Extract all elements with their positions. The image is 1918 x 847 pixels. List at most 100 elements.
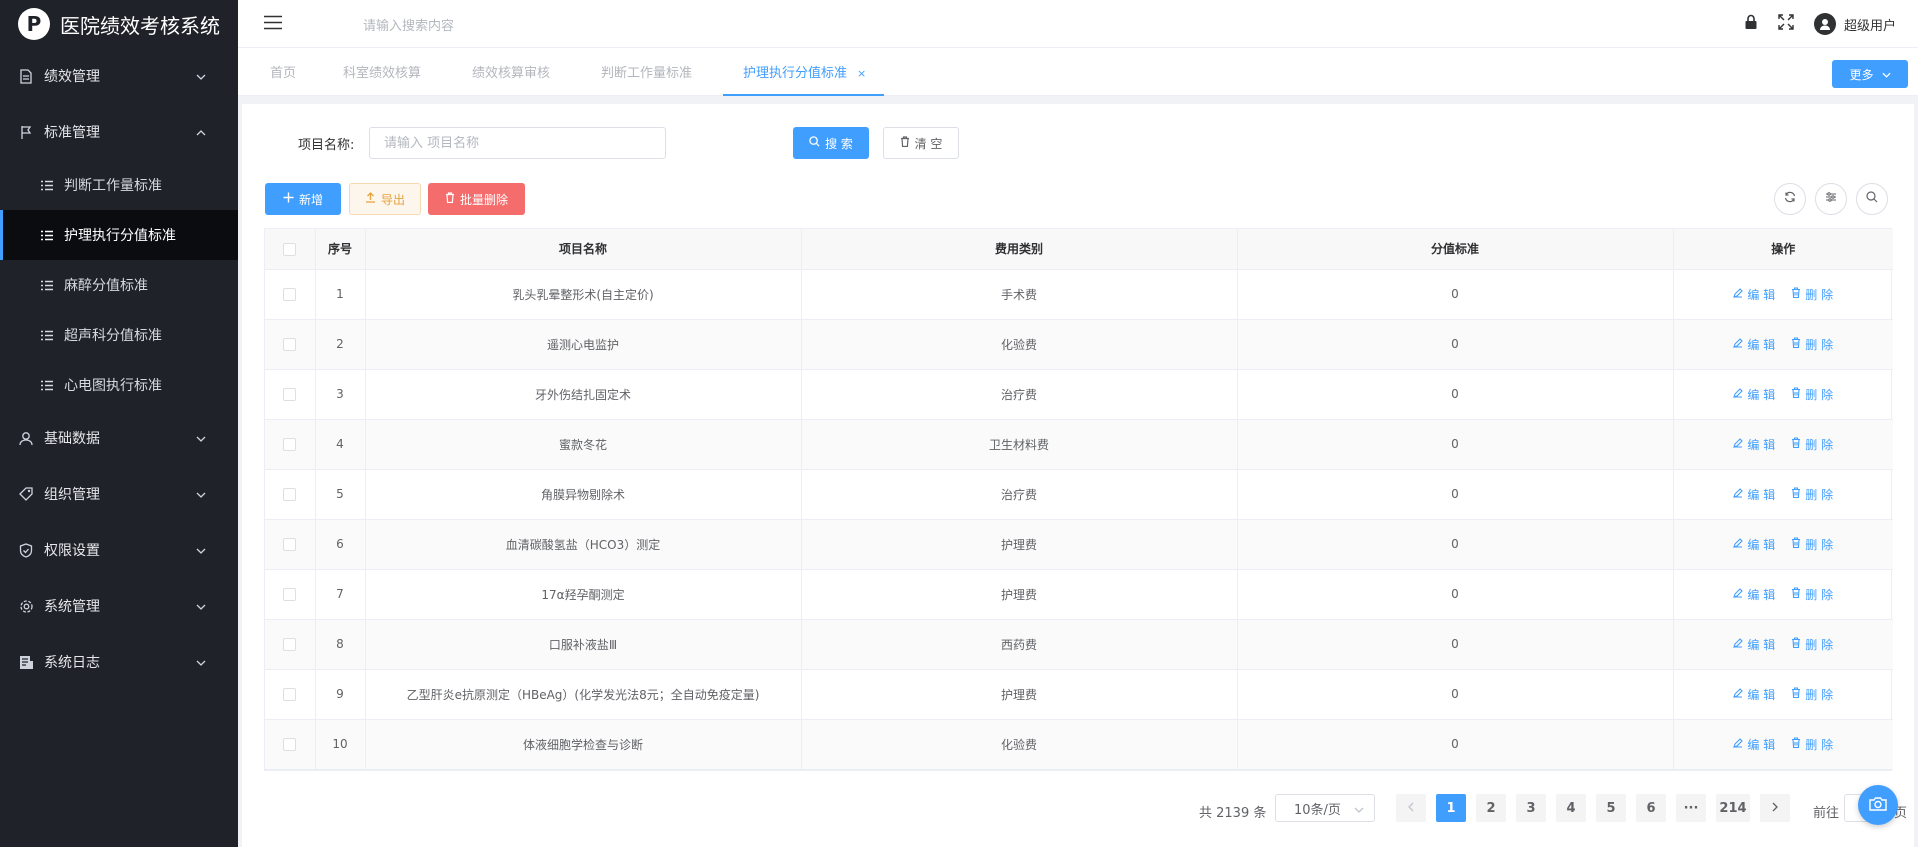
delete-button[interactable]: 删 除	[1791, 636, 1833, 653]
row-checkbox[interactable]	[283, 338, 297, 351]
lock-icon[interactable]	[1744, 14, 1758, 34]
sidebar-menu-standards[interactable]: 标准管理	[0, 104, 238, 160]
tab-dept-performance[interactable]: 科室绩效核算	[343, 62, 421, 81]
edit-button[interactable]: 编 辑	[1733, 686, 1775, 703]
edit-button[interactable]: 编 辑	[1733, 436, 1775, 453]
row-checkbox[interactable]	[283, 588, 297, 601]
username[interactable]: 超级用户	[1844, 15, 1896, 34]
page-button[interactable]: 214	[1716, 794, 1750, 822]
row-checkbox[interactable]	[283, 288, 297, 301]
sidebar-menu-organization[interactable]: 组织管理	[0, 466, 238, 522]
sidebar-item-nursing-score-standard[interactable]: 护理执行分值标准	[0, 210, 238, 260]
list-icon	[40, 180, 54, 191]
prev-page-button[interactable]	[1396, 794, 1426, 822]
sidebar-menu-basic-data[interactable]: 基础数据	[0, 410, 238, 466]
delete-label: 删 除	[1805, 637, 1834, 652]
table-row: 2 遥测心电监护 化验费 0 编 辑 删 除	[265, 319, 1893, 370]
edit-button[interactable]: 编 辑	[1733, 386, 1775, 403]
delete-button[interactable]: 删 除	[1791, 486, 1833, 503]
header-actions: 超级用户	[1744, 0, 1896, 48]
select-all-cell	[265, 229, 316, 270]
row-select-cell	[265, 569, 316, 620]
edit-button[interactable]: 编 辑	[1733, 586, 1775, 603]
delete-button[interactable]: 删 除	[1791, 586, 1833, 603]
tab-home[interactable]: 首页	[270, 62, 296, 81]
sidebar-item-workload-standard[interactable]: 判断工作量标准	[0, 160, 238, 210]
page-button[interactable]: 2	[1476, 794, 1506, 822]
page-button[interactable]: 6	[1636, 794, 1666, 822]
trash-icon	[1791, 487, 1801, 501]
sidebar-item-ultrasound-standard[interactable]: 超声科分值标准	[0, 310, 238, 360]
page-button[interactable]: 5	[1596, 794, 1626, 822]
row-select-cell	[265, 269, 316, 320]
column-settings-button[interactable]	[1815, 183, 1847, 215]
edit-label: 编 辑	[1747, 687, 1776, 702]
data-table: 序号 项目名称 费用类别 分值标准 操作 1 乳头乳晕整形术(自主定价) 手术费 0 编…	[264, 228, 1893, 771]
row-checkbox[interactable]	[283, 688, 297, 701]
cell-ops: 编 辑删 除	[1673, 519, 1893, 570]
header-index: 序号	[315, 229, 366, 270]
chevron-down-icon	[196, 486, 206, 502]
row-checkbox[interactable]	[283, 638, 297, 651]
page-size-select[interactable]: 10条/页	[1275, 794, 1375, 822]
tab-workload-standard[interactable]: 判断工作量标准	[601, 62, 692, 81]
trash-icon	[1791, 287, 1801, 301]
export-button[interactable]: 导出	[349, 183, 421, 215]
edit-button[interactable]: 编 辑	[1733, 636, 1775, 653]
hamburger-icon[interactable]	[264, 15, 282, 34]
tab-nursing-score-standard[interactable]: 护理执行分值标准 ×	[722, 62, 885, 96]
edit-icon	[1733, 687, 1744, 701]
sidebar-item-label: 超声科分值标准	[64, 328, 162, 344]
row-checkbox[interactable]	[283, 738, 297, 751]
delete-button[interactable]: 删 除	[1791, 336, 1833, 353]
page-button[interactable]: 4	[1556, 794, 1586, 822]
delete-button[interactable]: 删 除	[1791, 436, 1833, 453]
edit-label: 编 辑	[1747, 537, 1776, 552]
delete-label: 删 除	[1805, 487, 1834, 502]
row-checkbox[interactable]	[283, 438, 297, 451]
search-button[interactable]: 搜 索	[793, 127, 869, 159]
refresh-button[interactable]	[1774, 183, 1806, 215]
cell-score: 0	[1237, 419, 1674, 470]
edit-icon	[1733, 637, 1744, 651]
edit-button[interactable]: 编 辑	[1733, 736, 1775, 753]
avatar[interactable]	[1813, 13, 1836, 35]
edit-button[interactable]: 编 辑	[1733, 286, 1775, 303]
sidebar-item-ecg-standard[interactable]: 心电图执行标准	[0, 360, 238, 410]
clear-button[interactable]: 清 空	[883, 127, 959, 159]
edit-button[interactable]: 编 辑	[1733, 336, 1775, 353]
edit-button[interactable]: 编 辑	[1733, 486, 1775, 503]
fullscreen-icon[interactable]	[1778, 14, 1794, 34]
toggle-search-button[interactable]	[1856, 183, 1888, 215]
cell-index: 5	[315, 469, 366, 520]
page-button[interactable]: 3	[1516, 794, 1546, 822]
more-button[interactable]: 更多	[1832, 60, 1908, 88]
project-name-input[interactable]	[369, 127, 666, 159]
chevron-down-icon	[1354, 802, 1364, 817]
add-button[interactable]: 新增	[265, 183, 341, 215]
sidebar-menu-performance[interactable]: 绩效管理	[0, 48, 238, 104]
page-button[interactable]: 1	[1436, 794, 1466, 822]
sidebar-menu-system[interactable]: 系统管理	[0, 578, 238, 634]
screenshot-float-button[interactable]	[1858, 785, 1898, 825]
delete-button[interactable]: 删 除	[1791, 736, 1833, 753]
sidebar-item-anesthesia-standard[interactable]: 麻醉分值标准	[0, 260, 238, 310]
header-search-input[interactable]: 请输入搜索内容	[363, 15, 454, 34]
row-checkbox[interactable]	[283, 488, 297, 501]
batch-delete-button[interactable]: 批量删除	[428, 183, 525, 215]
select-all-checkbox[interactable]	[283, 242, 297, 256]
close-icon[interactable]: ×	[857, 67, 866, 80]
page-ellipsis-button[interactable]: ···	[1676, 794, 1706, 822]
edit-button[interactable]: 编 辑	[1733, 536, 1775, 553]
tab-performance-review[interactable]: 绩效核算审核	[472, 62, 550, 81]
row-checkbox[interactable]	[283, 388, 297, 401]
cell-score: 0	[1237, 669, 1674, 720]
sidebar-menu-logs[interactable]: 系统日志	[0, 634, 238, 690]
delete-button[interactable]: 删 除	[1791, 286, 1833, 303]
delete-button[interactable]: 删 除	[1791, 536, 1833, 553]
row-checkbox[interactable]	[283, 538, 297, 551]
delete-button[interactable]: 删 除	[1791, 386, 1833, 403]
delete-button[interactable]: 删 除	[1791, 686, 1833, 703]
sidebar-menu-permissions[interactable]: 权限设置	[0, 522, 238, 578]
next-page-button[interactable]	[1760, 794, 1790, 822]
